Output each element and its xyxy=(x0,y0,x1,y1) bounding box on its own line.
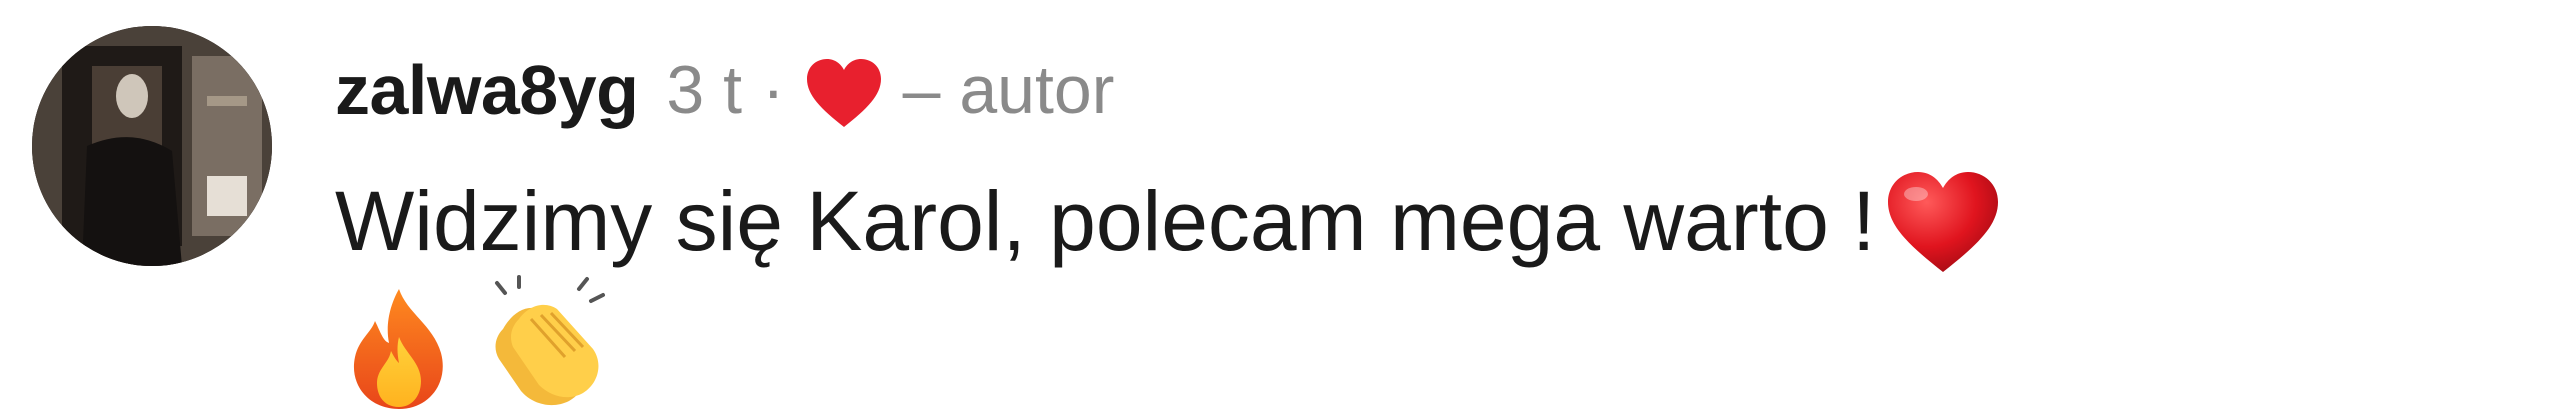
comment-meta: zalwa8yg 3 t · – autor xyxy=(335,40,1114,140)
comment-body: Widzimy się Karol, polecam mega warto ! xyxy=(335,160,2485,282)
heart-icon xyxy=(803,55,885,131)
red-heart-emoji xyxy=(1882,168,2004,278)
timestamp[interactable]: 3 t xyxy=(666,51,742,129)
clapping-hands-emoji xyxy=(483,275,611,411)
comment-item: zalwa8yg 3 t · – autor Widzimy się Karol… xyxy=(0,0,2560,419)
avatar[interactable] xyxy=(32,26,272,266)
comment-text: Widzimy się Karol, polecam mega warto ! xyxy=(335,174,1876,268)
author-label: – autor xyxy=(902,52,1115,128)
avatar-photo xyxy=(32,26,272,266)
separator-dot: · xyxy=(762,52,785,128)
username-link[interactable]: zalwa8yg xyxy=(335,50,639,130)
fire-emoji xyxy=(345,285,453,413)
comment-body-line2 xyxy=(345,275,641,415)
